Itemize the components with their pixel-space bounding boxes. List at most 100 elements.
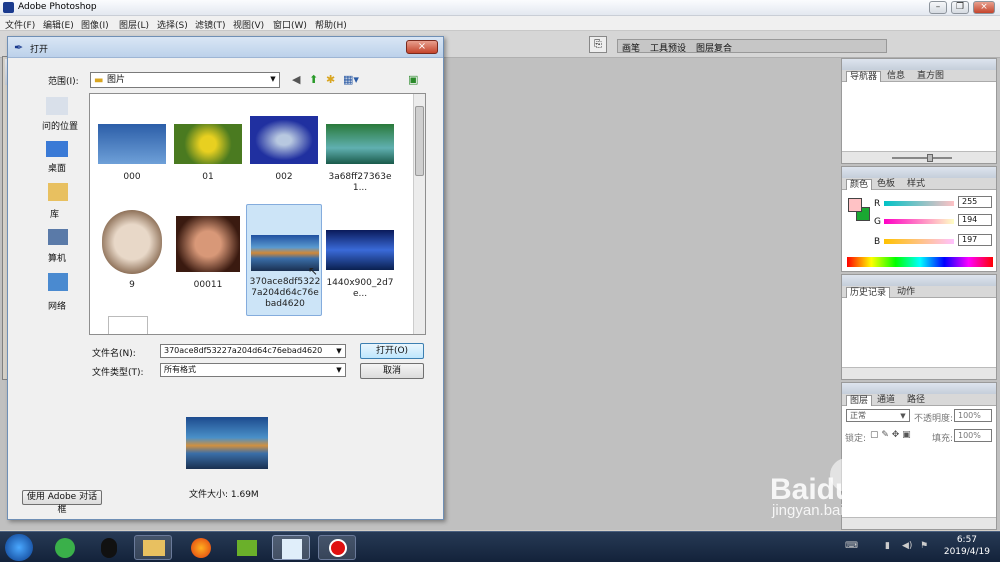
taskbar-app-recorder[interactable]: [318, 535, 356, 560]
menu-image[interactable]: 图像(I): [81, 18, 109, 31]
b-slider[interactable]: [884, 239, 954, 244]
menu-edit[interactable]: 编辑(E): [43, 18, 74, 31]
taskbar-app-qq[interactable]: [90, 535, 128, 560]
tray-flag-icon[interactable]: ⚑: [920, 541, 928, 551]
network-icon[interactable]: [48, 273, 68, 291]
taskbar-app-photoshop[interactable]: [272, 535, 310, 560]
tab-history[interactable]: 历史记录: [846, 287, 891, 298]
fill-field[interactable]: 100%: [954, 429, 992, 442]
place-recent[interactable]: 问的位置: [42, 119, 78, 132]
tab-styles[interactable]: 样式: [904, 179, 928, 190]
back-icon[interactable]: ◀: [292, 73, 300, 86]
tab-swatches[interactable]: 色板: [874, 179, 898, 190]
menu-file[interactable]: 文件(F): [5, 18, 35, 31]
r-value-field[interactable]: 255: [958, 196, 992, 208]
file-item[interactable]: 1440x900_2d7e...: [322, 226, 398, 299]
libraries-icon[interactable]: [48, 183, 68, 201]
new-folder-icon[interactable]: ✱: [326, 73, 335, 86]
tab-paths[interactable]: 路径: [904, 395, 928, 406]
tab-navigator[interactable]: 导航器: [846, 71, 882, 82]
lookin-select[interactable]: ▬ 图片 ▼: [90, 72, 280, 88]
use-adobe-dialog-button[interactable]: 使用 Adobe 对话框: [22, 490, 102, 515]
image-thumb-fish: [250, 116, 318, 164]
tab-actions[interactable]: 动作: [894, 287, 918, 298]
well-tab-layer-comps[interactable]: 图层复合: [696, 41, 732, 54]
file-item[interactable]: 002: [246, 116, 322, 184]
menu-layer[interactable]: 图层(L): [119, 18, 149, 31]
image-thumb-lake: [326, 124, 394, 164]
document-icon[interactable]: [108, 316, 148, 334]
menu-select[interactable]: 选择(S): [157, 18, 188, 31]
filename-input[interactable]: 370ace8df53227a204d64c76ebad4620 ▼: [160, 344, 346, 358]
file-item[interactable]: 9: [94, 210, 170, 290]
taskbar-app-player[interactable]: [228, 535, 266, 560]
dialog-close-button[interactable]: ×: [406, 40, 438, 54]
menu-help[interactable]: 帮助(H): [315, 18, 347, 31]
tab-histogram[interactable]: 直方图: [914, 71, 947, 82]
tab-info[interactable]: 信息: [884, 71, 908, 82]
menu-filter[interactable]: 滤镜(T): [195, 18, 226, 31]
up-folder-icon[interactable]: ⬆: [309, 73, 318, 86]
mouse-cursor-icon: ↖: [308, 264, 319, 278]
blend-mode-select[interactable]: 正常 ▼: [846, 409, 910, 422]
file-item-selected[interactable]: 370ace8df53227a204d64c76ebad4620: [246, 204, 322, 316]
recent-places-icon[interactable]: [46, 97, 68, 115]
file-item[interactable]: 000: [94, 124, 170, 184]
menu-view[interactable]: 视图(V): [233, 18, 264, 31]
taskbar-app-explorer[interactable]: [134, 535, 172, 560]
foreground-color-swatch[interactable]: [848, 198, 862, 212]
zoom-slider[interactable]: [892, 157, 952, 159]
start-button[interactable]: [5, 534, 33, 561]
taskbar-clock[interactable]: 6:57 2019/4/19: [944, 534, 990, 558]
panel-header: [842, 59, 996, 70]
maximize-button[interactable]: ❐: [951, 1, 969, 14]
file-item[interactable]: 01: [170, 124, 246, 184]
place-network[interactable]: 网络: [48, 299, 66, 312]
g-value-field[interactable]: 194: [958, 214, 992, 226]
file-list-scrollbar[interactable]: [413, 94, 425, 334]
file-list: 000 01 002 3a68ff27363e1... 9 00011 370a…: [89, 93, 426, 335]
palette-well: 画笔 工具预设 图层复合: [617, 39, 887, 54]
tab-color[interactable]: 颜色: [846, 179, 873, 190]
view-menu-icon[interactable]: ▦▾: [343, 73, 359, 86]
tab-layers[interactable]: 图层: [846, 395, 873, 406]
well-tab-tool-presets[interactable]: 工具预设: [650, 41, 686, 54]
open-button[interactable]: 打开(O): [360, 343, 424, 359]
r-slider[interactable]: [884, 201, 954, 206]
close-window-button[interactable]: ×: [973, 1, 995, 14]
tray-volume-icon[interactable]: ◀): [902, 541, 912, 551]
computer-icon[interactable]: [48, 229, 68, 245]
folder-up-icon[interactable]: ▣: [408, 73, 418, 86]
desktop-icon[interactable]: [46, 141, 68, 157]
history-tabs: 历史记录 动作: [842, 286, 996, 298]
place-computer[interactable]: 算机: [48, 251, 66, 264]
place-desktop[interactable]: 桌面: [48, 161, 66, 174]
minimize-button[interactable]: –: [929, 1, 947, 14]
g-slider[interactable]: [884, 219, 954, 224]
menu-window[interactable]: 窗口(W): [273, 18, 307, 31]
panel-header: [842, 275, 996, 286]
taskbar-app-firefox[interactable]: [182, 535, 220, 560]
lock-icons[interactable]: ▢ ✎ ✥ ▣: [870, 430, 911, 440]
tab-channels[interactable]: 通道: [874, 395, 898, 406]
b-value-field[interactable]: 197: [958, 234, 992, 246]
file-item[interactable]: 00011: [170, 216, 246, 292]
color-tabs: 颜色 色板 样式: [842, 178, 996, 190]
filetype-select[interactable]: 所有格式 ▼: [160, 363, 346, 377]
well-tab-brushes[interactable]: 画笔: [622, 41, 640, 54]
taskbar-app-browser[interactable]: [46, 535, 84, 560]
dialog-titlebar: ✒ 打开 ×: [8, 37, 443, 58]
tray-battery-icon[interactable]: ▮: [885, 541, 890, 551]
file-browser-icon[interactable]: ⎘: [589, 36, 607, 53]
file-name: 3a68ff27363e1...: [328, 172, 392, 193]
file-item[interactable]: 3a68ff27363e1...: [322, 124, 398, 193]
tray-keyboard-icon[interactable]: ⌨: [845, 541, 858, 551]
opacity-field[interactable]: 100%: [954, 409, 992, 422]
scrollbar-thumb[interactable]: [415, 106, 424, 176]
zoom-slider-handle[interactable]: [927, 154, 933, 162]
navigator-tabs: 导航器 信息 直方图: [842, 70, 996, 82]
cancel-button[interactable]: 取消: [360, 363, 424, 379]
lookin-label: 范围(I):: [48, 77, 79, 87]
color-spectrum-bar[interactable]: [847, 257, 993, 267]
place-libraries[interactable]: 库: [50, 207, 59, 220]
